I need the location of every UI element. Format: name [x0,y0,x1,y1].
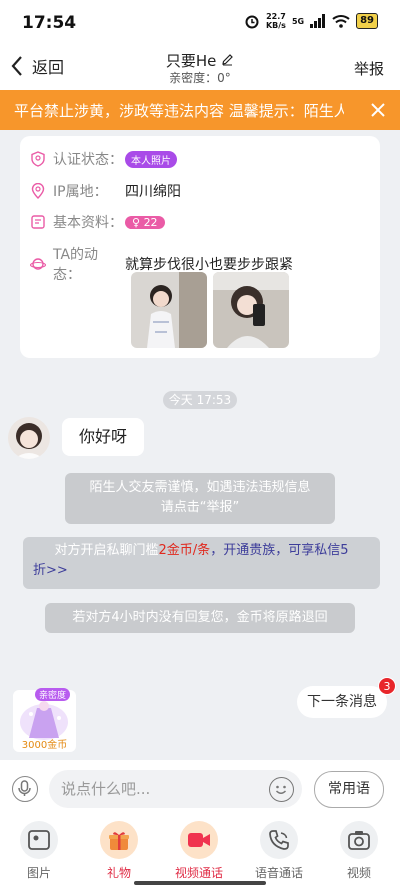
private-chat-fee-notice[interactable]: 对方开启私聊门槛2金币/条，开通贵族，可享私信5 折>> [23,537,380,589]
network-type: 5G [291,16,305,26]
signal-icon [310,14,326,28]
refund-notice: 若对方4小时内没有回复您，金币将原路退回 [45,603,355,633]
status-time: 17:54 [22,13,77,33]
home-indicator[interactable] [134,881,266,885]
status-bar: 17:54 22.7 KB/s 5G 89 [0,0,400,46]
moment-photo-2[interactable] [213,272,289,348]
intimacy-tag: 亲密度 [35,688,71,701]
close-icon [371,103,385,117]
report-button[interactable]: 举报 [354,58,384,79]
fee-price: 2金币/条 [158,543,211,558]
age-badge: ♀ 22 [125,215,165,229]
moment-label: TA的动态： [53,247,99,283]
planet-icon [30,258,46,270]
input-bar: 说点什么吧... 常用语 图片 礼物 视频通话 语音通话 视频 [0,760,400,889]
intimacy-gift-button[interactable]: 亲密度 3000金币 [13,688,76,752]
next-message-button[interactable]: 下一条消息 [297,686,387,718]
microphone-icon [18,780,31,796]
smiley-icon [275,785,287,794]
info-label: 基本资料： [53,215,123,231]
ip-row: IP属地： 四川绵阳 [30,181,181,201]
battery-indicator: 89 [356,13,378,29]
edit-icon [222,54,233,66]
info-row: 基本资料： ♀ 22 [30,212,165,232]
document-icon [31,215,45,229]
safety-notice: 陌生人交友需谨慎，如遇违法违规信息 请点击“举报” [65,473,335,524]
message-bubble[interactable]: 你好呀 [62,418,144,456]
alarm-icon [245,15,259,29]
chat-timestamp: 今天 17:53 [163,391,237,409]
gift-price: 3000金币 [21,740,68,751]
video-button[interactable]: 视频 [329,821,389,881]
auth-badge: 本人照片 [125,150,177,168]
contact-name[interactable]: 只要He [0,50,400,71]
ip-value: 四川绵阳 [125,184,181,200]
emoji-button[interactable] [269,777,294,802]
gift-button[interactable]: 礼物 [89,821,149,881]
chat-header: 返回 只要He 亲密度：0° 举报 [0,46,400,90]
video-camera-icon [188,833,210,847]
intimacy-level: 亲密度：0° [169,71,231,85]
picture-icon [28,830,50,850]
moment-photo-1[interactable] [131,272,207,348]
phone-icon [269,830,289,850]
auth-label: 认证状态： [53,152,123,168]
common-phrases-button[interactable]: 常用语 [314,771,384,808]
voice-input-button[interactable] [12,776,38,802]
auth-row: 认证状态： 本人照片 [30,149,177,169]
contact-avatar[interactable] [8,417,50,459]
picture-button[interactable]: 图片 [9,821,69,881]
gift-icon [109,832,129,850]
location-icon [31,183,45,199]
moment-text: 就算步伐很小也要步步跟紧 [125,257,293,273]
ip-label: IP属地： [53,184,108,200]
network-speed: 22.7 KB/s [265,12,286,30]
profile-card: 认证状态： 本人照片 IP属地： 四川绵阳 基本资料： ♀ 22 TA的动态： … [20,136,380,358]
wifi-icon [332,15,350,28]
video-call-button[interactable]: 视频通话 [169,821,229,881]
camera-icon [348,831,370,850]
close-banner-button[interactable] [370,96,386,124]
unread-count-badge: 3 [378,677,396,695]
vip-link[interactable]: 开通贵族，可享私信5 [223,543,348,558]
banner-text: 平台禁止涉黄，涉政等违法内容 温馨提示：陌生人交友需谨慎 [14,102,344,120]
message-input[interactable]: 说点什么吧... [49,770,302,808]
warning-banner: 平台禁止涉黄，涉政等违法内容 温馨提示：陌生人交友需谨慎 [0,90,400,130]
shield-icon [31,151,45,167]
voice-call-button[interactable]: 语音通话 [249,821,309,881]
status-indicators: 22.7 KB/s 5G 89 [244,12,378,30]
